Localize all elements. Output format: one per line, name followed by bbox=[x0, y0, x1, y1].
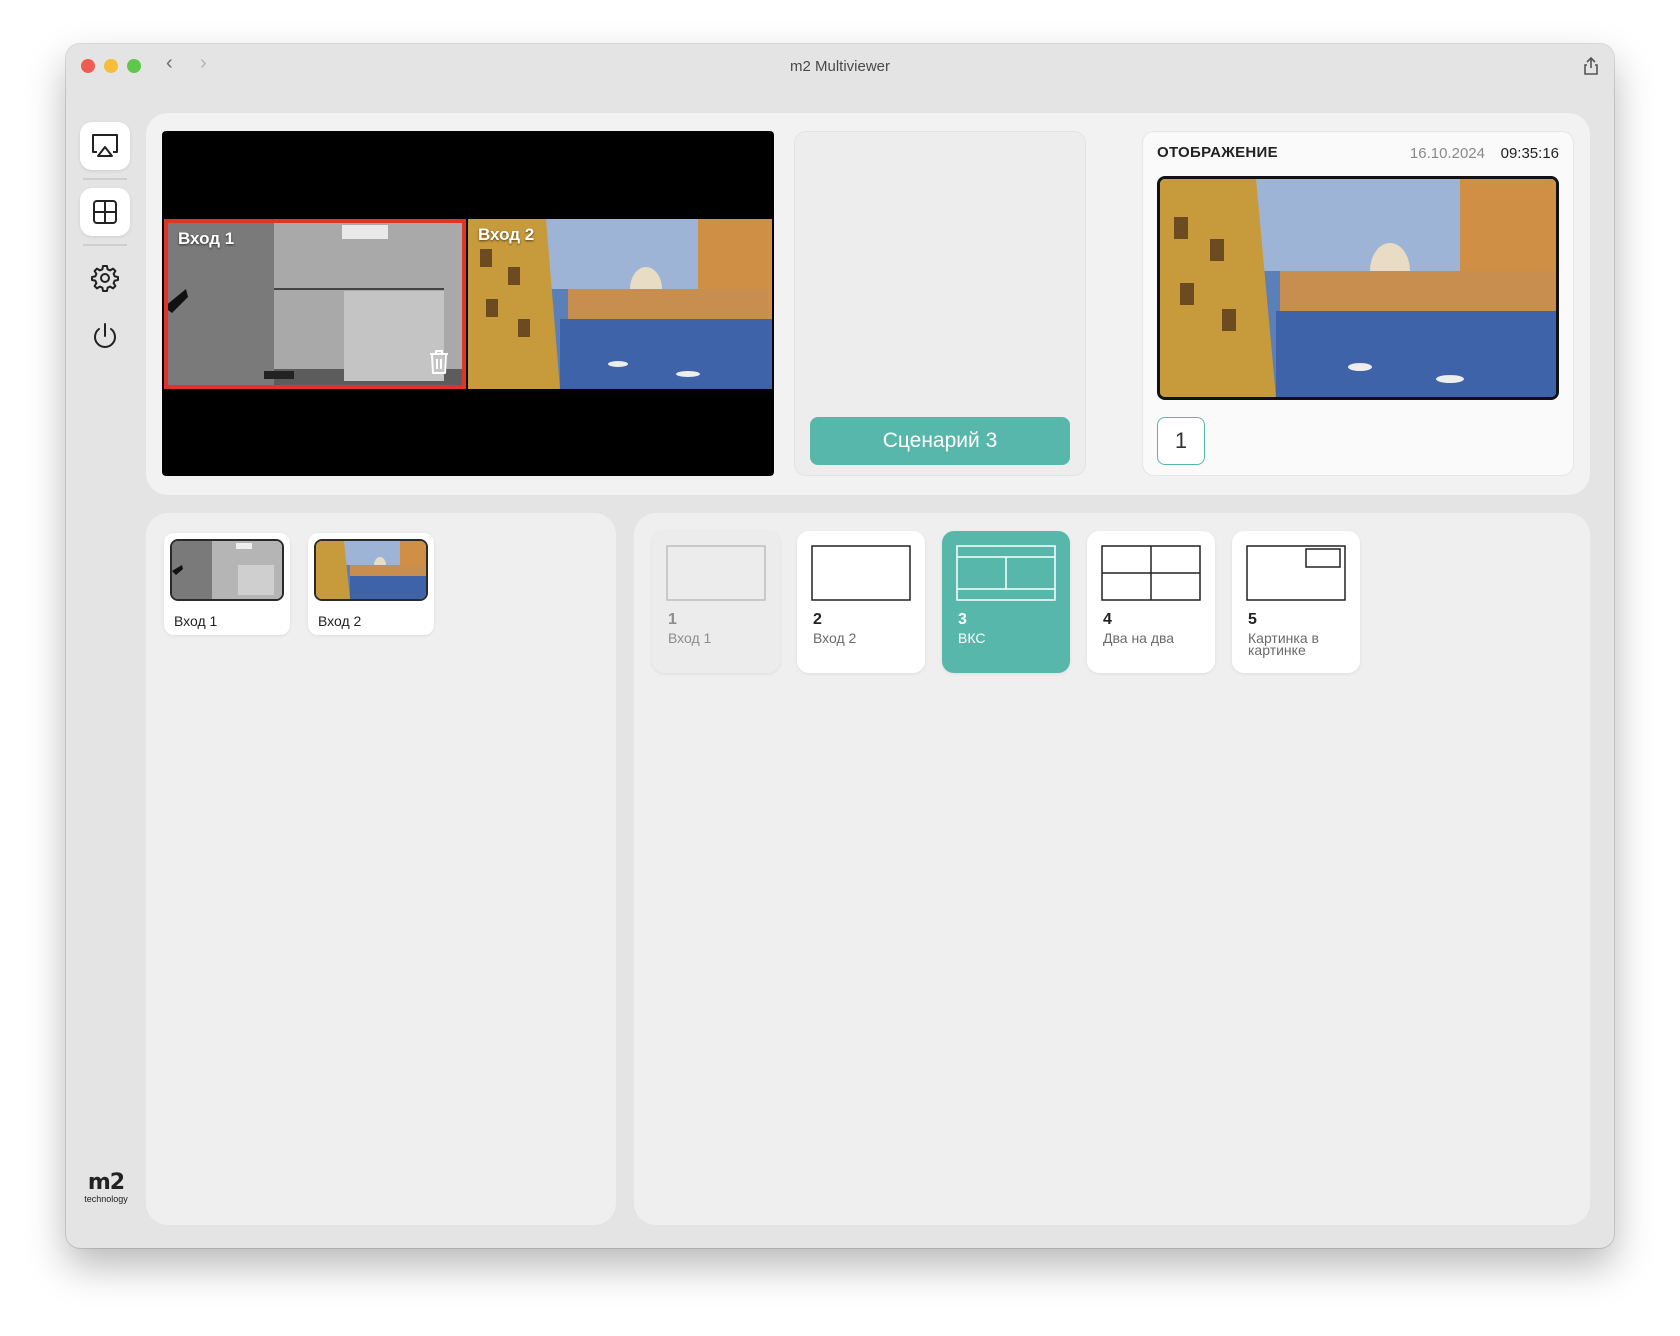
layout-card-5[interactable]: 5 Картинка в картинке bbox=[1232, 531, 1360, 673]
sidebar-item-settings[interactable] bbox=[80, 254, 130, 302]
app-window: ‹ › m2 Multiviewer m2 technology Вход 1 … bbox=[66, 44, 1614, 1248]
inputs-panel: Вход 1 Вход 2 bbox=[146, 513, 616, 1225]
layout-name: Картинка в картинке bbox=[1248, 630, 1319, 658]
single-layout-icon bbox=[666, 545, 766, 601]
scenario-button[interactable]: Сценарий 3 bbox=[810, 417, 1070, 465]
layout-card-1[interactable]: 1 Вход 1 bbox=[652, 531, 780, 673]
split-layout-icon bbox=[956, 545, 1056, 601]
layout-name: ВКС bbox=[958, 630, 986, 646]
layouts-panel: 1 Вход 1 2 Вход 2 3 ВКС 4 Два на два 5 К… bbox=[634, 513, 1590, 1225]
display-screen bbox=[1157, 176, 1559, 400]
title-bar: ‹ › m2 Multiviewer bbox=[66, 44, 1614, 88]
input-thumbnail bbox=[170, 539, 284, 601]
layout-card-4[interactable]: 4 Два на два bbox=[1087, 531, 1215, 673]
layout-number: 1 bbox=[668, 611, 677, 628]
window-title: m2 Multiviewer bbox=[789, 58, 891, 75]
input-card-label: Вход 2 bbox=[318, 613, 362, 629]
venice-image bbox=[316, 541, 426, 599]
input-card-1[interactable]: Вход 1 bbox=[164, 533, 290, 635]
display-date: 16.10.2024 bbox=[1409, 145, 1485, 162]
layout-number: 5 bbox=[1248, 611, 1257, 628]
grid-icon bbox=[93, 200, 117, 224]
share-icon[interactable] bbox=[1582, 56, 1600, 76]
camera-room-image bbox=[172, 541, 282, 599]
preview-cell-label: Вход 1 bbox=[178, 229, 235, 248]
layout-name: Два на два bbox=[1103, 630, 1175, 646]
sidebar-divider bbox=[83, 244, 127, 246]
m2-logo: m2 technology bbox=[84, 1170, 128, 1205]
trash-icon[interactable] bbox=[428, 349, 450, 375]
display-box: ОТОБРАЖЕНИЕ 16.10.2024 09:35:16 1 bbox=[1142, 131, 1574, 476]
layout-card-2[interactable]: 2 Вход 2 bbox=[797, 531, 925, 673]
airplay-icon bbox=[92, 134, 118, 157]
layout-card-3[interactable]: 3 ВКС bbox=[942, 531, 1070, 673]
display-time: 09:35:16 bbox=[1500, 145, 1559, 162]
sidebar-item-power[interactable] bbox=[80, 312, 130, 360]
pip-layout-icon bbox=[1246, 545, 1346, 601]
gear-icon bbox=[91, 265, 119, 292]
display-title: ОТОБРАЖЕНИЕ bbox=[1157, 144, 1278, 161]
preview-cell-input-2[interactable]: Вход 2 bbox=[468, 219, 772, 389]
layout-number: 4 bbox=[1103, 611, 1112, 628]
sidebar-item-layouts[interactable] bbox=[80, 188, 130, 236]
multiviewer-preview: Вход 1 Вход 2 bbox=[162, 131, 774, 476]
layout-number: 2 bbox=[813, 611, 822, 628]
single-layout-icon bbox=[811, 545, 911, 601]
scenario-box: Сценарий 3 bbox=[794, 131, 1086, 476]
layout-name: Вход 2 bbox=[813, 630, 857, 646]
venice-image bbox=[1160, 179, 1556, 397]
input-card-label: Вход 1 bbox=[174, 613, 218, 629]
sidebar-divider bbox=[83, 178, 127, 180]
quad-layout-icon bbox=[1101, 545, 1201, 601]
power-icon bbox=[94, 323, 116, 348]
layout-name: Вход 1 bbox=[668, 630, 712, 646]
preview-cell-input-1[interactable]: Вход 1 bbox=[164, 219, 466, 389]
sidebar-item-display[interactable] bbox=[80, 122, 130, 170]
display-number-button[interactable]: 1 bbox=[1157, 417, 1205, 465]
preview-cell-label: Вход 2 bbox=[478, 225, 535, 244]
layout-number: 3 bbox=[958, 611, 967, 628]
top-panel: Вход 1 Вход 2 Сценарий 3 ОТОБРАЖЕНИЕ 16.… bbox=[146, 113, 1590, 495]
input-thumbnail bbox=[314, 539, 428, 601]
input-card-2[interactable]: Вход 2 bbox=[308, 533, 434, 635]
